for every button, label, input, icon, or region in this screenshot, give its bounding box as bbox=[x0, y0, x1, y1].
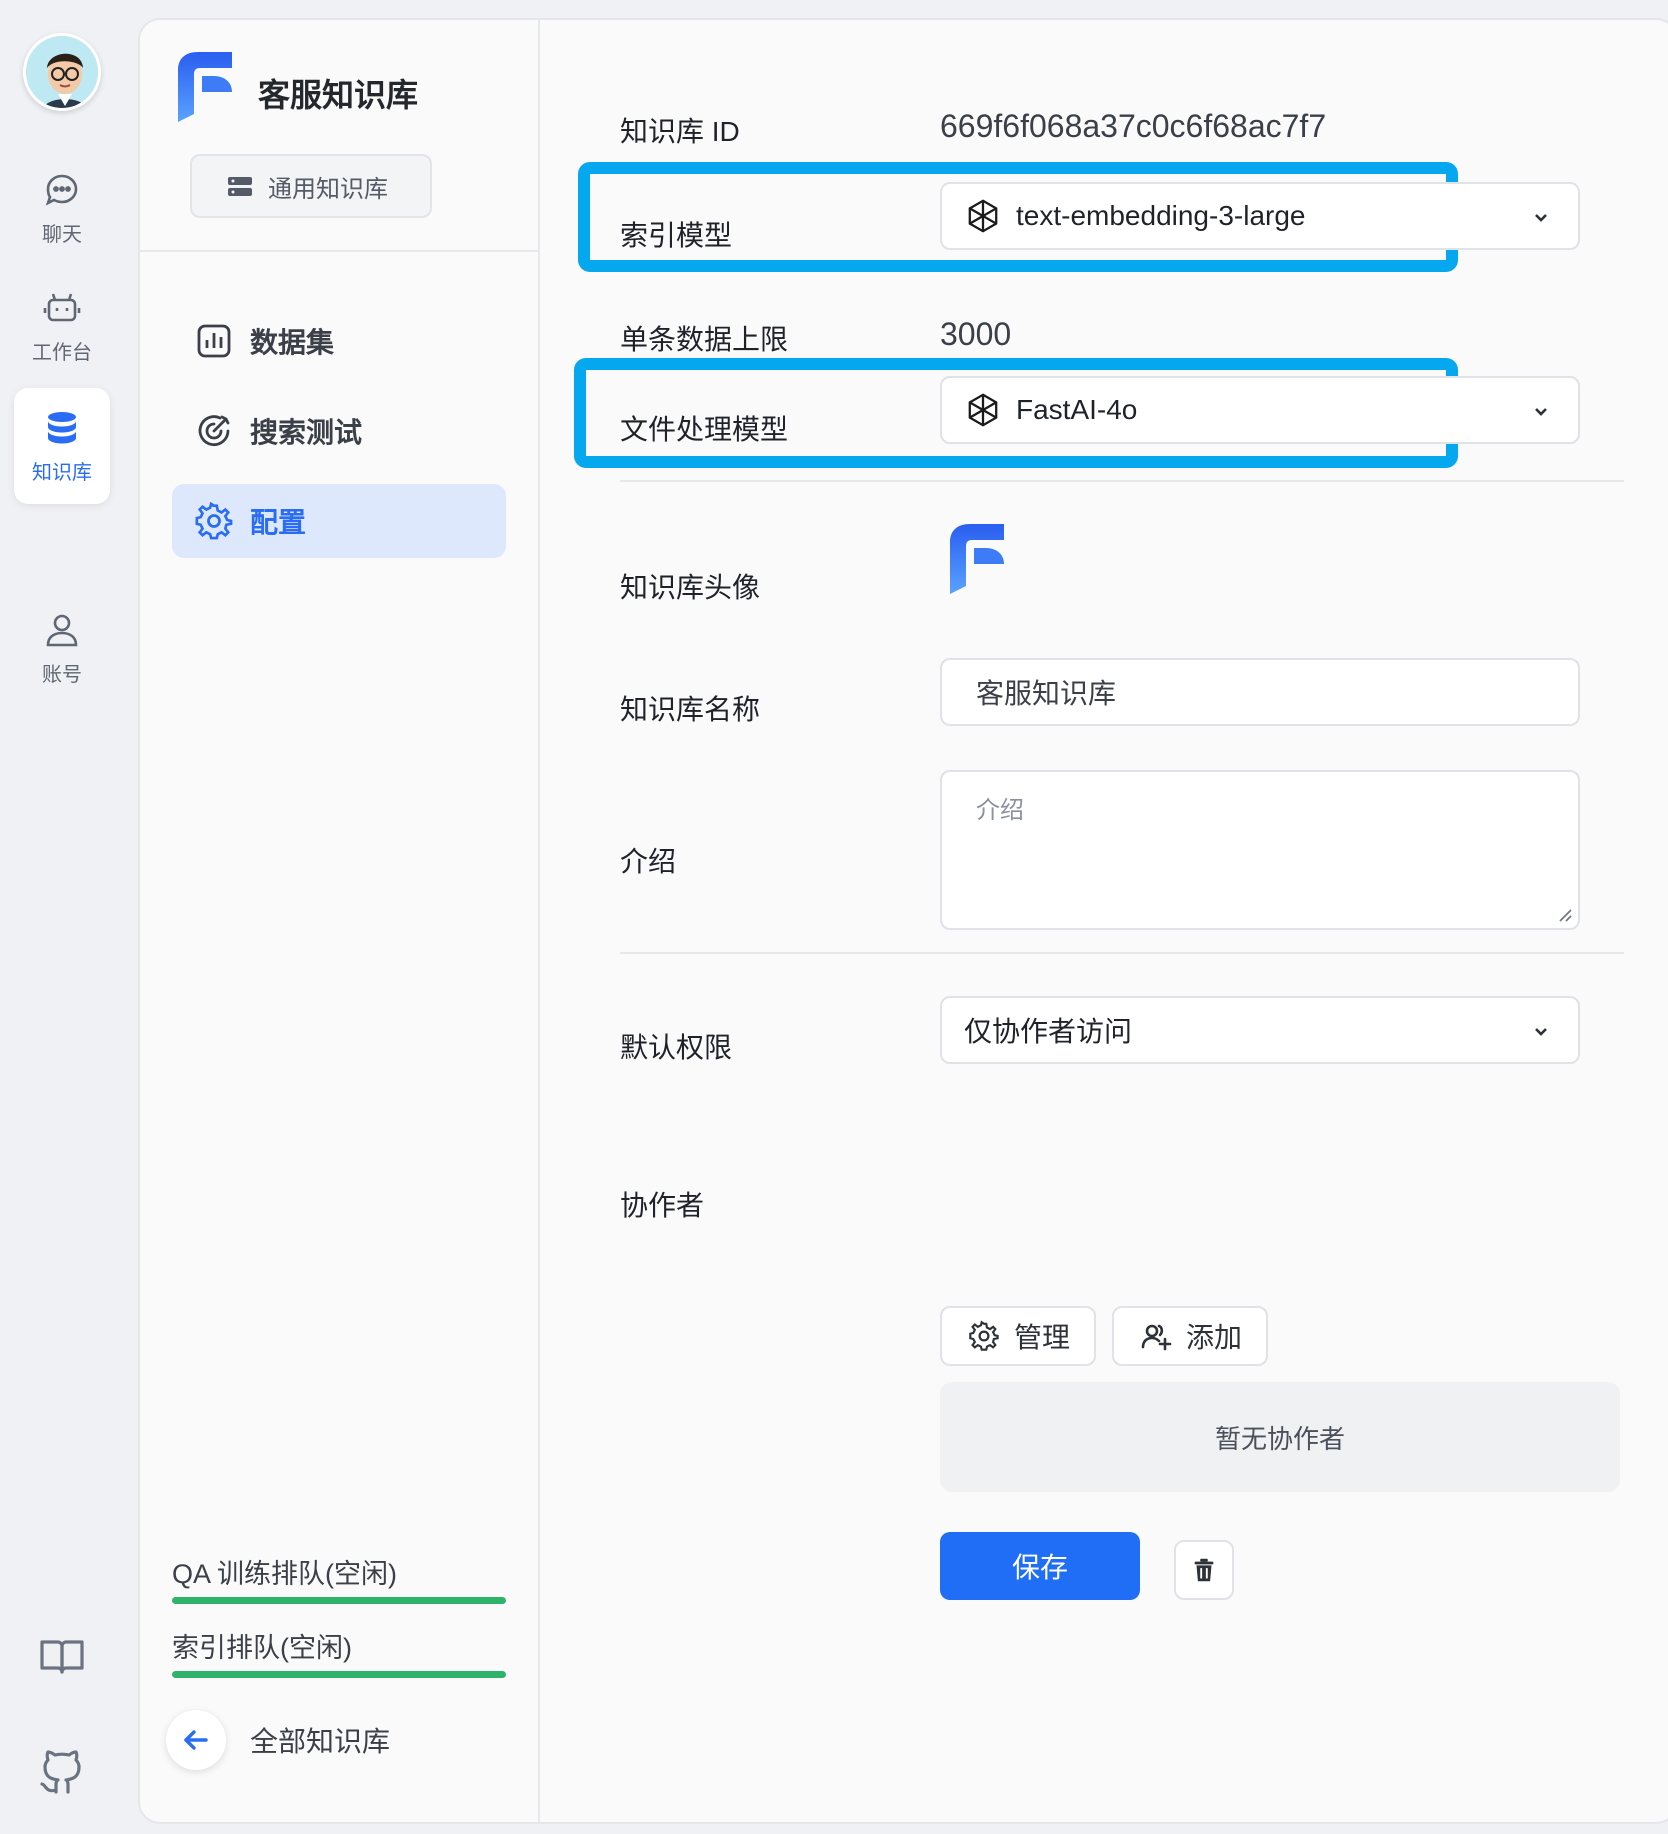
github-icon[interactable] bbox=[36, 1746, 88, 1798]
chart-icon bbox=[197, 324, 231, 358]
save-button[interactable]: 保存 bbox=[940, 1532, 1140, 1600]
intro-placeholder: 介绍 bbox=[976, 797, 1024, 824]
main-card: 客服知识库 通用知识库 数据集 搜索测试 配置 QA 训练排队(空闲) 索引排队… bbox=[138, 18, 1668, 1824]
intro-textarea[interactable]: 介绍 bbox=[940, 770, 1580, 930]
qa-queue-status: QA 训练排队(空闲) bbox=[172, 1552, 506, 1604]
database-icon bbox=[48, 411, 76, 443]
kb-name-label: 知识库名称 bbox=[620, 694, 761, 725]
nav-label: 配置 bbox=[250, 507, 307, 538]
chat-icon bbox=[45, 174, 78, 206]
robot-icon bbox=[43, 293, 81, 321]
add-label: 添加 bbox=[1186, 1322, 1243, 1353]
no-collaborators-placeholder: 暂无协作者 bbox=[940, 1382, 1620, 1492]
default-permission-select[interactable]: 仅协作者访问 bbox=[940, 996, 1580, 1064]
rail-item-label: 聊天 bbox=[42, 223, 82, 246]
index-queue-status: 索引排队(空闲) bbox=[172, 1626, 506, 1678]
nav-label: 搜索测试 bbox=[250, 417, 363, 448]
file-model-select[interactable]: FastAI-4o bbox=[940, 376, 1580, 444]
openai-icon bbox=[968, 393, 998, 427]
rail-item-knowledge-base[interactable]: 知识库 bbox=[14, 388, 110, 504]
kb-type-label: 通用知识库 bbox=[268, 175, 388, 203]
default-permission-value: 仅协作者访问 bbox=[964, 1016, 1133, 1047]
back-to-all-kb[interactable]: 全部知识库 bbox=[166, 1710, 390, 1770]
index-model-value: text-embedding-3-large bbox=[1016, 200, 1306, 231]
kb-sidebar: 客服知识库 通用知识库 数据集 搜索测试 配置 QA 训练排队(空闲) 索引排队… bbox=[140, 20, 540, 1822]
qa-queue-progress bbox=[172, 1597, 506, 1604]
kb-avatar-icon[interactable] bbox=[950, 524, 1004, 594]
kb-avatar-label: 知识库头像 bbox=[620, 572, 761, 603]
user-avatar[interactable] bbox=[23, 33, 101, 111]
manage-label: 管理 bbox=[1014, 1322, 1071, 1353]
gear-icon bbox=[195, 501, 233, 540]
index-queue-progress bbox=[172, 1671, 506, 1678]
chevron-down-icon bbox=[1535, 408, 1547, 416]
config-form: 知识库 ID 669f6f068a37c0c6f68ac7f7 索引模型 tex… bbox=[540, 20, 1668, 1822]
section-divider bbox=[620, 952, 1624, 954]
arrow-left-icon[interactable] bbox=[166, 1710, 226, 1770]
resize-handle-icon[interactable] bbox=[1556, 906, 1572, 922]
add-user-icon bbox=[1141, 1324, 1172, 1351]
add-collaborator-button[interactable]: 添加 bbox=[1112, 1306, 1268, 1366]
rail-item-chat[interactable]: 聊天 bbox=[14, 150, 110, 266]
trash-icon bbox=[1194, 1558, 1214, 1582]
max-data-value: 3000 bbox=[940, 316, 1012, 352]
user-icon bbox=[46, 614, 78, 646]
openai-icon bbox=[968, 199, 998, 233]
rail-item-workbench[interactable]: 工作台 bbox=[14, 268, 110, 384]
nav-label: 数据集 bbox=[250, 327, 335, 358]
gear-icon bbox=[969, 1320, 999, 1351]
rail-item-label: 账号 bbox=[42, 663, 82, 686]
manage-collaborators-button[interactable]: 管理 bbox=[940, 1306, 1096, 1366]
back-label: 全部知识库 bbox=[250, 1726, 391, 1757]
section-divider bbox=[620, 480, 1624, 482]
delete-button[interactable] bbox=[1174, 1540, 1234, 1600]
file-model-value: FastAI-4o bbox=[1016, 394, 1138, 425]
kb-id-label: 知识库 ID bbox=[620, 116, 740, 147]
file-model-label: 文件处理模型 bbox=[620, 414, 789, 445]
avatar-illustration bbox=[26, 36, 98, 108]
nav-search-test[interactable]: 搜索测试 bbox=[172, 394, 506, 468]
nav-dataset[interactable]: 数据集 bbox=[172, 304, 506, 378]
kb-sidebar-header: 客服知识库 通用知识库 bbox=[140, 20, 538, 252]
qa-queue-label: QA 训练排队(空闲) bbox=[172, 1559, 398, 1589]
kb-title: 客服知识库 bbox=[258, 77, 419, 113]
kb-name-input[interactable]: 客服知识库 bbox=[940, 658, 1580, 726]
kb-logo-icon bbox=[178, 52, 232, 122]
nav-config[interactable]: 配置 bbox=[172, 484, 506, 558]
kb-id-value: 669f6f068a37c0c6f68ac7f7 bbox=[940, 108, 1327, 144]
index-model-label: 索引模型 bbox=[620, 220, 733, 251]
collaborators-label: 协作者 bbox=[620, 1190, 705, 1221]
rail-item-label: 工作台 bbox=[32, 341, 92, 364]
rail-item-account[interactable]: 账号 bbox=[14, 590, 110, 706]
index-queue-label: 索引排队(空闲) bbox=[172, 1633, 352, 1663]
target-icon bbox=[198, 415, 230, 447]
index-model-select[interactable]: text-embedding-3-large bbox=[940, 182, 1580, 250]
max-data-label: 单条数据上限 bbox=[620, 324, 789, 355]
chevron-down-icon bbox=[1535, 214, 1547, 222]
left-rail: 聊天 工作台 知识库 账号 bbox=[0, 0, 128, 1834]
server-icon bbox=[228, 177, 252, 196]
chevron-down-icon bbox=[1535, 1028, 1547, 1036]
intro-label: 介绍 bbox=[620, 846, 677, 877]
kb-type-badge[interactable]: 通用知识库 bbox=[190, 154, 432, 218]
book-icon[interactable] bbox=[36, 1630, 88, 1682]
default-permission-label: 默认权限 bbox=[620, 1032, 733, 1063]
rail-item-label: 知识库 bbox=[32, 461, 92, 484]
